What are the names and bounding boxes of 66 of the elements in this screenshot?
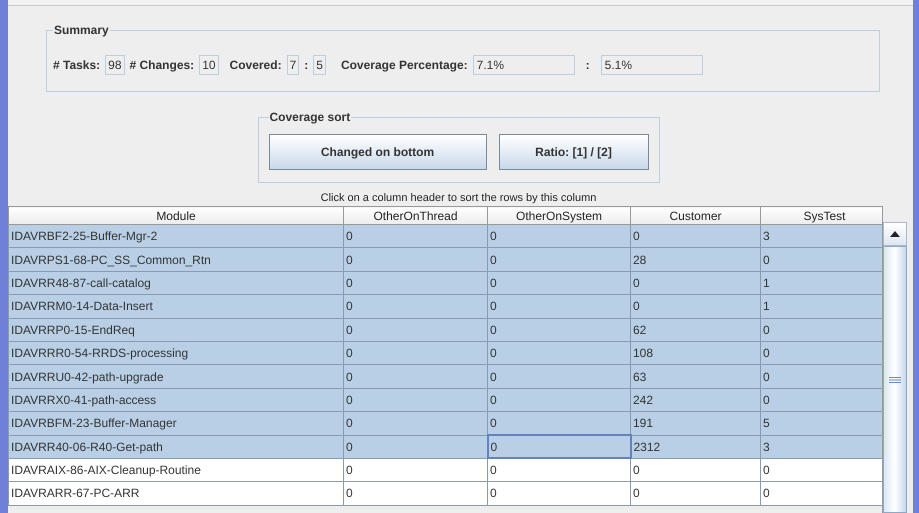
table-row[interactable]: IDAVRR48-87-call-catalog 0 0 0 1 bbox=[8, 271, 882, 295]
table-row[interactable]: IDAVRARR-67-PC-ARR 0 0 0 0 bbox=[8, 482, 882, 506]
table-cell: 191 bbox=[630, 412, 760, 436]
table-row[interactable]: IDAVRRM0-14-Data-Insert 0 0 0 1 bbox=[8, 294, 882, 318]
table-cell: IDAVRRU0-42-path-upgrade bbox=[8, 364, 344, 388]
table-cell: 0 bbox=[630, 294, 760, 318]
table-cell: IDAVRPS1-68-PC_SS_Common_Rtn bbox=[8, 248, 344, 272]
column-header[interactable]: OtherOnThread bbox=[344, 206, 488, 224]
value-field[interactable]: 98 bbox=[105, 55, 124, 75]
table-cell: 0 bbox=[488, 318, 630, 342]
value-field[interactable]: 7 bbox=[286, 55, 300, 75]
table-row[interactable]: IDAVRRR0-54-RRDS-processing 0 0 108 0 bbox=[8, 341, 882, 365]
table-cell: IDAVRARR-67-PC-ARR bbox=[8, 482, 344, 506]
hint-text: Click on a column header to sort the rows by this column bbox=[320, 191, 596, 205]
scroll-thumb[interactable] bbox=[883, 246, 907, 513]
table-row[interactable]: IDAVRPS1-68-PC_SS_Common_Rtn 0 0 28 0 bbox=[8, 248, 882, 272]
scrollbar[interactable] bbox=[882, 206, 907, 513]
sort-button[interactable]: Ratio: [1] / [2] bbox=[498, 134, 648, 170]
table-cell: 0 bbox=[344, 412, 488, 436]
table-row[interactable]: IDAVRRU0-42-path-upgrade 0 0 63 0 bbox=[8, 364, 882, 388]
table-cell: 0 bbox=[630, 482, 760, 506]
value-field[interactable]: 7.1% bbox=[472, 55, 575, 75]
value-field[interactable]: 10 bbox=[199, 55, 219, 75]
table-cell: 0 bbox=[344, 294, 488, 318]
table-cell: 0 bbox=[488, 412, 630, 436]
table-cell: 0 bbox=[344, 482, 488, 506]
table-cell: 62 bbox=[630, 318, 760, 342]
sort-button[interactable]: Changed on bottom bbox=[268, 134, 486, 170]
table-cell: IDAVRR40-06-R40-Get-path bbox=[8, 435, 344, 458]
table-cell: IDAVRRP0-15-EndReq bbox=[8, 318, 344, 342]
table-cell: 28 bbox=[630, 248, 760, 272]
field-label: : bbox=[304, 57, 308, 74]
table-cell: IDAVRBFM-23-Buffer-Manager bbox=[8, 412, 344, 436]
field-label: # Changes: bbox=[130, 57, 194, 74]
table-cell: IDAVRRM0-14-Data-Insert bbox=[8, 294, 344, 318]
grip-icon bbox=[889, 376, 901, 382]
group-title: Summary bbox=[53, 22, 110, 39]
table-cell: 0 bbox=[344, 318, 488, 342]
table-row[interactable]: IDAVRBF2-25-Buffer-Mgr-2 0 0 0 3 bbox=[8, 224, 882, 248]
table-row[interactable]: IDAVRRP0-15-EndReq 0 0 62 0 bbox=[8, 318, 882, 342]
table-cell: 0 bbox=[488, 364, 630, 388]
table-cell: 63 bbox=[630, 364, 760, 388]
up-arrow-icon bbox=[890, 231, 900, 237]
field-label: : bbox=[586, 57, 590, 74]
table-cell: 0 bbox=[344, 364, 488, 388]
field-label: Coverage Percentage: bbox=[340, 57, 468, 74]
column-header[interactable]: Customer bbox=[630, 206, 760, 224]
field-label: # Tasks: bbox=[53, 57, 100, 74]
column-header[interactable]: SysTest bbox=[760, 206, 882, 224]
group-title: Coverage sort bbox=[268, 109, 352, 126]
table-cell: 0 bbox=[344, 248, 488, 272]
value-field[interactable]: 5.1% bbox=[600, 55, 703, 75]
table-row[interactable]: IDAVRRX0-41-path-access 0 0 242 0 bbox=[8, 388, 882, 412]
table-cell: 0 bbox=[488, 482, 630, 506]
table-cell: 0 bbox=[488, 294, 630, 318]
table-cell: 0 bbox=[488, 248, 630, 272]
column-header[interactable]: OtherOnSystem bbox=[488, 206, 630, 224]
table-row[interactable]: IDAVRBFM-23-Buffer-Manager 0 0 191 5 bbox=[8, 412, 882, 436]
value-field[interactable]: 5 bbox=[313, 55, 326, 75]
table-row[interactable]: IDAVRAIX-86-AIX-Cleanup-Routine 0 0 0 0 bbox=[8, 458, 882, 482]
column-header[interactable]: Module bbox=[8, 206, 344, 224]
table-cell: 0 bbox=[488, 435, 630, 458]
table-row[interactable]: IDAVRR40-06-R40-Get-path 0 0 2312 3 bbox=[8, 435, 882, 458]
field-label: Covered: bbox=[230, 57, 282, 74]
scroll-up-button[interactable] bbox=[883, 222, 907, 246]
table-cell: 2312 bbox=[630, 435, 760, 458]
